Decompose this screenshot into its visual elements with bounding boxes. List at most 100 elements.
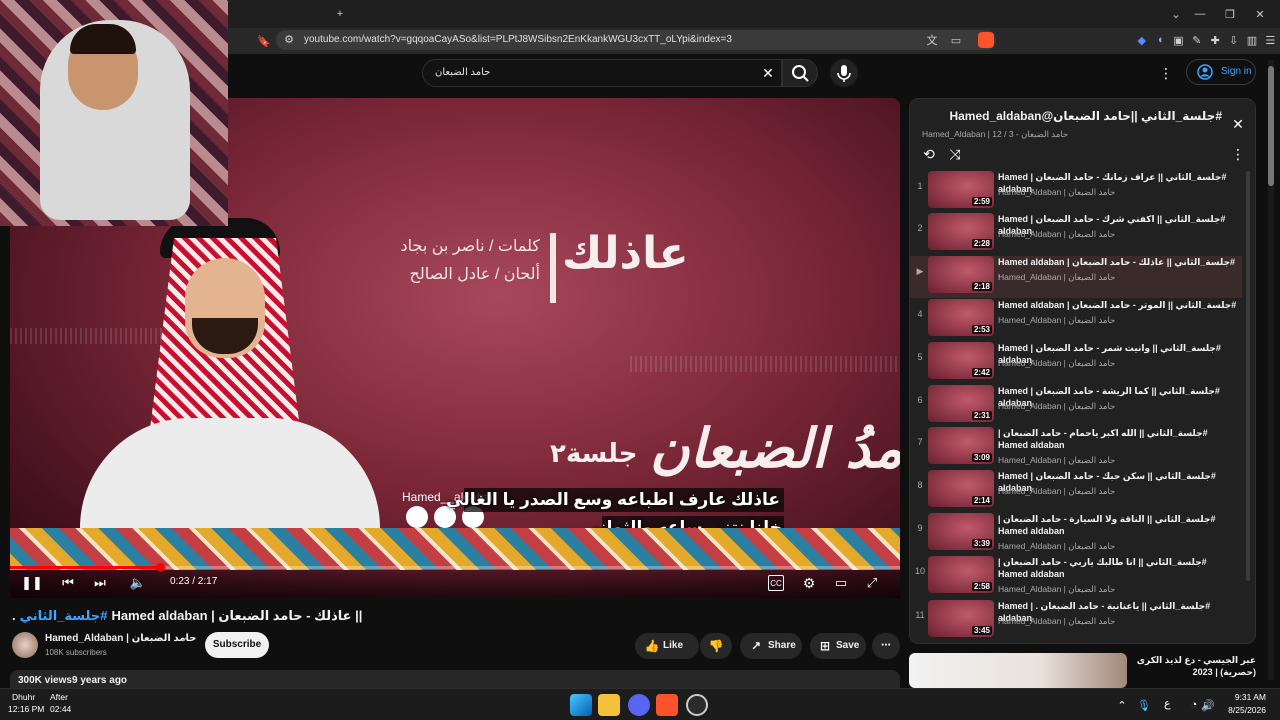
like-button[interactable]: 👍 Like — [635, 633, 699, 659]
thumbs-up-icon: 👍 — [644, 639, 660, 653]
player-controls: ❚❚ ⏮ ⏭ 🔈 0:23 / 2:17 CC ⚙ ▭ ⤢ — [10, 570, 900, 598]
prayer-name: Dhuhr — [12, 692, 36, 702]
wifi-icon[interactable]: ◔ — [1188, 697, 1200, 713]
fullscreen-icon[interactable]: ⤢ — [864, 575, 880, 591]
dislike-button[interactable]: 👎 — [700, 633, 732, 659]
channel-name[interactable]: Hamed_Aldaban | حامد الضبعان — [45, 633, 196, 644]
playlist-item[interactable]: 5 2:42 #جلسة_الثاني || وانيت شمر - حامد ال… — [910, 342, 1242, 384]
extension-icon[interactable]: ✎ — [1191, 32, 1202, 48]
volume-icon[interactable]: 🔈 — [130, 575, 146, 591]
playlist-item-thumbnail: 3:39 — [928, 513, 994, 550]
channel-avatar[interactable] — [12, 632, 38, 658]
video-title: || عاذلك - حامد الضبعان | Hamed aldaban … — [12, 608, 362, 624]
playlist-item-index: 5 — [917, 352, 923, 362]
start-windows-icon[interactable] — [570, 694, 592, 716]
extension-icon[interactable]: ▣ — [1173, 32, 1184, 48]
brave-shield-icon[interactable] — [978, 32, 994, 48]
bookmark-icon[interactable]: 🔖 — [256, 32, 272, 50]
playlist-item-thumbnail: 2:14 — [928, 470, 994, 507]
playlist-item[interactable]: 2 2:28 #جلسة_الثاني || اكفني شرك - حامد ال… — [910, 213, 1242, 255]
minimize-icon[interactable]: — — [1190, 6, 1210, 22]
playlist-item-title: #جلسة_الثاني || الله اكبر ياحمام - حامد … — [998, 428, 1208, 450]
playlist-item-index: 11 — [915, 610, 925, 620]
voice-search-button[interactable] — [830, 59, 858, 87]
playlist-item-channel: Hamed_Aldaban | حامد الضبعان — [998, 272, 1116, 282]
next-icon[interactable]: ⏭ — [92, 575, 108, 591]
after-time: 02:44 — [50, 704, 72, 714]
tray-expand-icon[interactable]: ⌃ — [1116, 697, 1128, 713]
settings-gear-icon[interactable]: ⚙ — [800, 574, 818, 592]
playlist-title[interactable]: #جلسة_الثاني ||حامد الضبعان@Hamed_aldaba… — [922, 109, 1222, 123]
playlist-item[interactable]: 4 2:53 #جلسة_الثاني || الموتر - حامد الضبع… — [910, 299, 1242, 341]
page-scrollbar[interactable] — [1268, 60, 1274, 680]
share-button[interactable]: ↗ Share — [740, 633, 802, 659]
tab-search-icon[interactable]: ⌄ — [1166, 6, 1186, 22]
playlist-item-channel: Hamed_Aldaban | حامد الضبعان — [998, 486, 1116, 496]
theater-mode-icon[interactable]: ▭ — [832, 575, 850, 591]
playlist-item[interactable]: 10 2:58 #جلسة_الثاني || انا طالبك ياربي - … — [910, 556, 1242, 598]
clock-time[interactable]: 9:31 AM — [1226, 692, 1266, 702]
site-info-icon[interactable]: ⚙ — [282, 32, 296, 48]
extension-icon[interactable]: ◖ — [1154, 32, 1165, 48]
recommended-title[interactable]: عبر الجيسي - دع لذيذ الكرى (حصرية) | 202… — [1130, 654, 1256, 678]
playlist-item[interactable]: 8 2:14 #جلسة_الثاني || سكن حبك - حامد الضب… — [910, 470, 1242, 512]
playlist-item[interactable]: 6 2:31 #جلسة_الثاني || كما الريشة - حامد ا… — [910, 385, 1242, 427]
playlist-item[interactable]: 11 3:45 #جلسة_الثاني || ياعنانية - حامد ال… — [910, 600, 1242, 642]
sidebar-icon[interactable]: ▥ — [1246, 32, 1257, 48]
playlist-item-title: #جلسة_الثاني || الموتر - حامد الضبعان | … — [998, 300, 1237, 310]
extension-icon[interactable]: ◆ — [1136, 32, 1147, 48]
app-icon[interactable] — [686, 694, 708, 716]
playlist-item-title: #جلسة_الثاني || الناقة ولا السيارة - حام… — [998, 514, 1216, 536]
playlist-item[interactable]: 7 3:09 #جلسة_الثاني || الله اكبر ياحمام - … — [910, 427, 1242, 469]
playlist-item-channel: Hamed_Aldaban | حامد الضبعان — [998, 229, 1116, 239]
playlist-item[interactable]: 1 2:59 #جلسة_الثاني || عراف زمانك - حامد ا… — [910, 171, 1242, 213]
description-box[interactable]: 300K views 9 years ago — [10, 670, 900, 688]
save-playlist-icon: ⊞ — [819, 639, 831, 653]
playlist-item-index: 8 — [917, 480, 923, 490]
file-explorer-icon[interactable] — [598, 694, 620, 716]
translate-icon[interactable]: 文 — [924, 32, 940, 48]
clear-search-icon[interactable]: ✕ — [760, 64, 776, 82]
address-bar[interactable]: ⚙ youtube.com/watch?v=gqqoaCayASo&list=P… — [276, 30, 996, 50]
close-window-icon[interactable]: ✕ — [1250, 6, 1270, 22]
playlist-item-channel: Hamed_Aldaban | حامد الضبعان — [998, 358, 1116, 368]
picture-in-picture-overlay[interactable] — [0, 0, 228, 226]
subscribe-button[interactable]: Subscribe — [205, 632, 269, 658]
pause-icon[interactable]: ❚❚ — [21, 575, 43, 591]
discord-icon[interactable] — [628, 694, 650, 716]
taskbar: Dhuhr 12:16 PM After 02:44 ⌃ 🎙 ع ◔ 🔊 9:3… — [0, 688, 1280, 720]
waveform-decoration — [630, 356, 900, 372]
clock-date[interactable]: 8/25/2026 — [1212, 705, 1266, 715]
cast-icon[interactable]: ▭ — [948, 32, 964, 48]
previous-icon[interactable]: ⏮ — [60, 575, 76, 591]
search-input[interactable]: حامد الضبعان — [422, 59, 782, 87]
shuffle-icon[interactable]: ⤨ — [946, 145, 964, 163]
playlist-item-index: 2 — [917, 223, 923, 233]
extensions-puzzle-icon[interactable]: ✚ — [1210, 32, 1221, 48]
browser-menu-icon[interactable]: ☰ — [1265, 32, 1276, 48]
close-playlist-icon[interactable]: ✕ — [1230, 115, 1246, 133]
downloads-icon[interactable]: ⇩ — [1228, 32, 1239, 48]
search-button[interactable] — [782, 59, 818, 87]
sign-in-button[interactable]: Sign in — [1186, 59, 1256, 85]
microphone-tray-icon[interactable]: 🎙 — [1137, 697, 1151, 713]
playlist-item-thumbnail: 2:31 — [928, 385, 994, 422]
new-tab-button[interactable]: + — [330, 6, 350, 22]
captions-icon[interactable]: CC — [768, 575, 784, 591]
playlist-item[interactable]: ▶ 2:18 #جلسة_الثاني || عاذلك - حامد الضبعا… — [910, 256, 1242, 298]
recommended-thumbnail[interactable] — [909, 653, 1127, 688]
lyrics-credit: كلمات / ناصر بن بجاد — [400, 238, 540, 255]
restore-icon[interactable]: ❐ — [1220, 6, 1240, 22]
loop-icon[interactable]: ⟲ — [920, 145, 938, 163]
save-button[interactable]: ⊞ Save — [810, 633, 866, 659]
playlist-scrollbar[interactable] — [1246, 171, 1250, 581]
more-actions-button[interactable]: ⋯ — [872, 633, 900, 659]
language-indicator[interactable]: ع — [1164, 697, 1171, 710]
brave-browser-icon[interactable] — [656, 694, 678, 716]
video-title-hashtag[interactable]: #جلسة_الثاني — [20, 608, 108, 624]
playlist-menu-icon[interactable]: ⋮ — [1231, 145, 1245, 163]
melody-credit: ألحان / عادل الصالح — [409, 266, 541, 283]
playlist-item[interactable]: 9 3:39 #جلسة_الثاني || الناقة ولا السيارة … — [910, 513, 1242, 555]
more-options-icon[interactable]: ⋮ — [1159, 64, 1173, 82]
more-horizontal-icon: ⋯ — [881, 640, 891, 651]
